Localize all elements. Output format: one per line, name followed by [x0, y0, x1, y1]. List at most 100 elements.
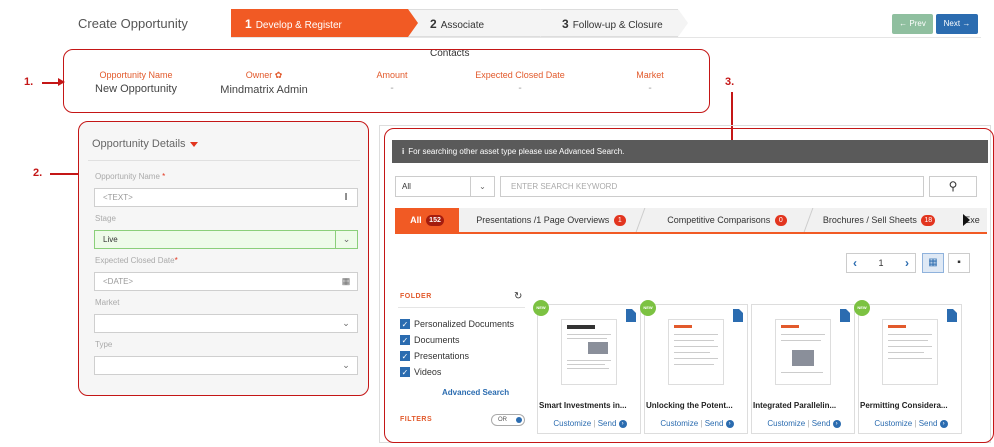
search-icon: ⚲ — [948, 179, 958, 193]
details-title[interactable]: Opportunity Details — [92, 138, 198, 150]
customize-link[interactable]: Customize — [874, 419, 912, 428]
tile-view-button[interactable]: ▪ — [948, 253, 970, 273]
asset-thumbnail[interactable] — [882, 319, 938, 385]
page-title: Create Opportunity — [78, 16, 188, 31]
chevron-down-icon: ⌄ — [342, 318, 350, 328]
next-button[interactable]: Next → — [936, 14, 978, 34]
closed-date-input[interactable]: <DATE> ▦ — [94, 272, 358, 291]
folder-title: FOLDER — [400, 293, 432, 300]
stage-select[interactable]: Live ⌄ — [94, 230, 358, 249]
text-format-icon[interactable]: I — [335, 189, 357, 206]
asset-card[interactable]: Integrated Parallelin... Customize | Sen… — [751, 304, 855, 434]
new-badge: NEW — [640, 300, 656, 316]
asset-type-select[interactable]: All ⌄ — [395, 176, 495, 197]
send-link[interactable]: Send › — [598, 419, 627, 428]
tab-all[interactable]: All 152 — [395, 208, 459, 232]
page-number[interactable]: 1 — [878, 258, 883, 268]
send-link[interactable]: Send › — [705, 419, 734, 428]
details-divider — [88, 160, 360, 161]
tabs-scroll-right-icon[interactable] — [963, 214, 970, 226]
asset-thumbnail[interactable] — [775, 319, 831, 385]
header-divider — [231, 37, 981, 38]
type-label: Type — [95, 340, 113, 349]
advanced-search-info: i For searching other asset type please u… — [392, 140, 988, 163]
advanced-search-link[interactable]: Advanced Search — [442, 388, 509, 397]
new-badge: NEW — [854, 300, 870, 316]
step-follow-up-closure[interactable]: 3 Follow-up & Closure — [540, 9, 688, 37]
grid-view-button[interactable]: ▦ — [922, 253, 944, 273]
asset-actions: Customize | Send › — [859, 419, 963, 428]
asset-title[interactable]: Smart Investments in... — [538, 401, 642, 410]
market-label: Market — [95, 298, 120, 307]
type-select[interactable]: ⌄ — [94, 356, 358, 375]
asset-card[interactable]: NEW Unlocking the Potent... Customize | … — [640, 300, 749, 434]
customize-link[interactable]: Customize — [660, 419, 698, 428]
arrow-right-icon: › — [939, 419, 948, 428]
asset-thumbnail[interactable] — [668, 319, 724, 385]
asset-title[interactable]: Permitting Considera... — [859, 401, 963, 410]
closed-date-label: Expected Closed Date* — [95, 256, 178, 265]
gear-icon[interactable]: ✿ — [275, 70, 283, 80]
chevron-left-icon[interactable]: ‹ — [853, 254, 857, 272]
search-button[interactable]: ⚲ — [929, 176, 977, 197]
folder-checkbox[interactable]: ✓ Documents — [400, 335, 460, 345]
folder-checkbox[interactable]: ✓ Videos — [400, 367, 441, 377]
folder-divider — [398, 307, 525, 308]
summary-market: Market - — [636, 70, 664, 94]
tab-competitive-comparisons[interactable]: Competitive Comparisons 0 — [652, 208, 802, 232]
document-icon — [626, 309, 636, 322]
info-icon: i — [402, 147, 405, 156]
arrow-right-icon: › — [725, 419, 734, 428]
chevron-down-icon: ⌄ — [342, 360, 350, 370]
search-input[interactable]: ENTER SEARCH KEYWORD — [500, 176, 924, 197]
market-select[interactable]: ⌄ — [94, 314, 358, 333]
callout-1-arrow — [42, 82, 59, 84]
calendar-icon[interactable]: ▦ — [335, 273, 357, 290]
callout-3-label: 3. — [725, 76, 735, 88]
asset-thumbnail[interactable] — [561, 319, 617, 385]
refresh-icon[interactable]: ↻ — [514, 291, 522, 302]
summary-opportunity-name: Opportunity Name New Opportunity — [95, 70, 177, 95]
customize-link[interactable]: Customize — [553, 419, 591, 428]
tab-presentations[interactable]: Presentations /1 Page Overviews 1 — [466, 208, 636, 232]
chevron-down-icon: ⌄ — [470, 177, 494, 196]
checkbox-icon: ✓ — [400, 319, 410, 329]
tab-brochures[interactable]: Brochures / Sell Sheets 18 — [814, 208, 944, 232]
checkbox-icon: ✓ — [400, 367, 410, 377]
stage-label: Stage — [95, 214, 116, 223]
document-icon — [947, 309, 957, 322]
toggle-knob — [516, 417, 522, 423]
caret-down-icon — [189, 141, 198, 147]
folder-checkbox[interactable]: ✓ Personalized Documents — [400, 319, 514, 329]
document-icon — [840, 309, 850, 322]
asset-actions: Customize | Send › — [645, 419, 749, 428]
filter-or-toggle[interactable]: OR — [491, 414, 525, 426]
asset-title[interactable]: Unlocking the Potent... — [645, 401, 749, 410]
asset-actions: Customize | Send › — [538, 419, 642, 428]
send-link[interactable]: Send › — [919, 419, 948, 428]
callout-1-label: 1. — [24, 76, 34, 88]
asset-card[interactable]: NEW Permitting Considera... Customize | … — [854, 300, 963, 434]
table-grid-icon: ▦ — [928, 257, 938, 268]
asset-card[interactable]: NEW Smart Investments in... Customize | … — [533, 300, 642, 434]
opportunity-name-input[interactable]: <TEXT> I — [94, 188, 358, 207]
customize-link[interactable]: Customize — [767, 419, 805, 428]
callout-2-label: 2. — [33, 167, 43, 179]
filters-title: FILTERS — [400, 416, 433, 423]
folder-checkbox[interactable]: ✓ Presentations — [400, 351, 469, 361]
checkbox-icon: ✓ — [400, 335, 410, 345]
asset-actions: Customize | Send › — [752, 419, 856, 428]
chevron-right-icon[interactable]: › — [905, 254, 909, 272]
document-icon — [733, 309, 743, 322]
arrow-right-icon: › — [832, 419, 841, 428]
step-associate-contacts[interactable]: 2 Associate Contacts — [408, 9, 550, 59]
summary-closed-date: Expected Closed Date - — [475, 70, 565, 94]
opportunity-name-label: Opportunity Name * — [95, 172, 166, 181]
checkbox-icon: ✓ — [400, 351, 410, 361]
prev-button[interactable]: ← Prev — [892, 14, 933, 34]
asset-title[interactable]: Integrated Parallelin... — [752, 401, 856, 410]
summary-amount: Amount - — [376, 70, 408, 94]
summary-owner: Owner ✿ Mindmatrix Admin — [220, 70, 308, 96]
step-develop-register[interactable]: 1 Develop & Register Opportunity — [231, 9, 418, 59]
send-link[interactable]: Send › — [812, 419, 841, 428]
